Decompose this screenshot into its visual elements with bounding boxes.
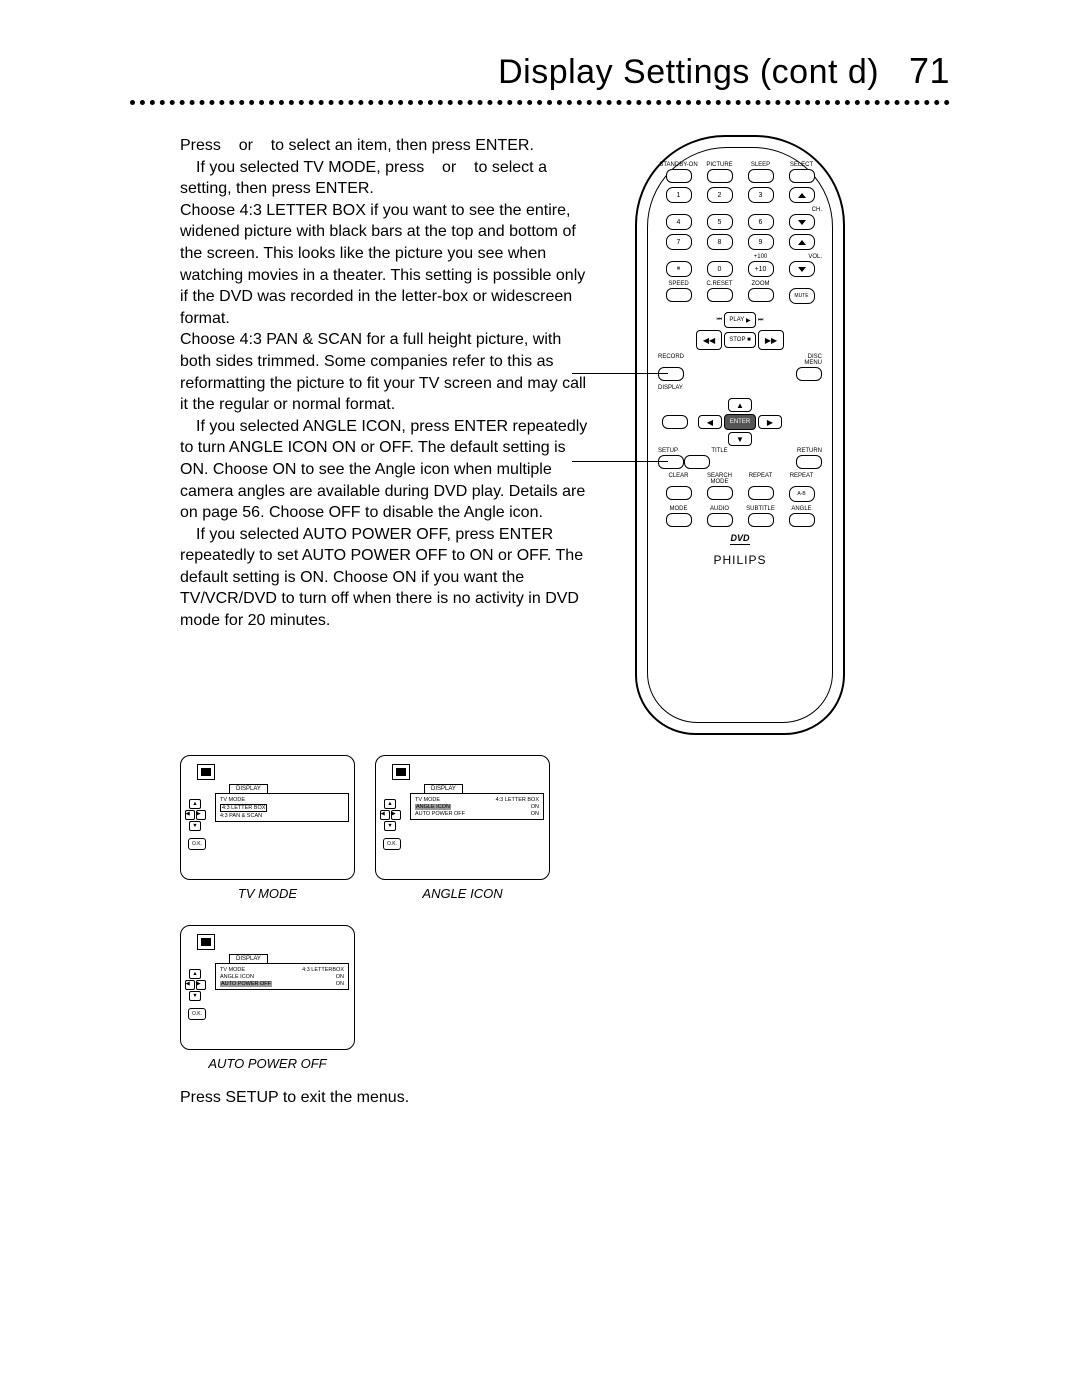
num-2: 2 <box>707 187 733 203</box>
ch-down-button <box>789 214 815 230</box>
tv-icon <box>197 934 215 950</box>
plus-10-button: +10 <box>748 261 774 277</box>
nav-right-icon: ▶ <box>758 415 782 429</box>
screen-auto-power-off: ▲ ◀▶ ▼ O.K. DISPLAY TV MODE4:3 LETTERBOX… <box>180 925 355 1050</box>
disc-menu-button <box>796 367 822 381</box>
standby-button <box>666 169 692 183</box>
play-button: PLAY ▶ <box>724 312 756 328</box>
caption-tv-mode: TV MODE <box>180 886 355 901</box>
picture-button <box>707 169 733 183</box>
speed-button <box>666 288 692 302</box>
dvd-logo: DVD <box>730 533 749 545</box>
record-button <box>658 367 684 381</box>
screen-angle-icon: ▲ ◀▶ ▼ O.K. DISPLAY TV MODE4:3 LETTER BO… <box>375 755 550 880</box>
ok-icon: O.K. <box>188 1008 206 1020</box>
subtitle-button <box>748 513 774 527</box>
display-tab: DISPLAY <box>229 954 268 963</box>
vol-down-button <box>789 261 815 277</box>
audio-button <box>707 513 733 527</box>
remote-row1-labels: STANDBY-ON PICTURE SLEEP SELECT <box>658 162 822 168</box>
header-title: Display Settings (cont d) <box>498 53 879 91</box>
return-button <box>796 455 822 469</box>
stop-button: STOP ■ <box>724 332 756 348</box>
ok-icon: O.K. <box>383 838 401 850</box>
caption-auto-power-off: AUTO POWER OFF <box>180 1056 355 1071</box>
repeat-ab-button: A-B <box>789 486 815 502</box>
num-5: 5 <box>707 214 733 230</box>
angle-button <box>789 513 815 527</box>
num-3: 3 <box>748 187 774 203</box>
num-7: 7 <box>666 234 692 250</box>
display-tab: DISPLAY <box>424 784 463 793</box>
creset-button <box>707 288 733 302</box>
select-button <box>789 169 815 183</box>
search-mode-button <box>707 486 733 500</box>
remote-control-illustration: STANDBY-ON PICTURE SLEEP SELECT 1 <box>635 135 845 735</box>
mode-button <box>666 513 692 527</box>
num-6: 6 <box>748 214 774 230</box>
zoom-button <box>748 288 774 302</box>
tv-icon <box>197 764 215 780</box>
repeat-button <box>748 486 774 500</box>
tv-icon <box>392 764 410 780</box>
playback-cluster: ⏮ PLAY ▶ ⏭ ◀◀ STOP ■ ▶▶ <box>696 312 784 350</box>
nav-cluster: ▲ ◀ ENTER ▶ ▼ <box>658 398 822 446</box>
num-8: 8 <box>707 234 733 250</box>
display-tab: DISPLAY <box>229 784 268 793</box>
vol-up-button <box>789 234 815 250</box>
num-9: 9 <box>748 234 774 250</box>
num-0: 0 <box>707 261 733 277</box>
fast-forward-button: ▶▶ <box>758 330 784 350</box>
ch-up-button <box>789 187 815 203</box>
ok-icon: O.K. <box>188 838 206 850</box>
pause-icon: ⏸ <box>666 261 692 277</box>
page-number: 71 <box>909 50 950 91</box>
enter-button: ENTER <box>724 414 756 430</box>
nav-down-icon: ▼ <box>728 432 752 446</box>
instruction-text: Press or to select an item, then press E… <box>130 135 590 632</box>
brand-label: PHILIPS <box>713 553 766 567</box>
title-button <box>684 455 710 469</box>
mute-button: MUTE <box>789 288 815 304</box>
num-4: 4 <box>666 214 692 230</box>
nav-pad-icon: ▲ ◀▶ ▼ <box>184 798 206 832</box>
clear-button <box>666 486 692 500</box>
header-divider <box>130 100 950 105</box>
num-1: 1 <box>666 187 692 203</box>
rewind-button: ◀◀ <box>696 330 722 350</box>
nav-pad-icon: ▲ ◀▶ ▼ <box>184 968 206 1002</box>
exit-instruction: Press SETUP to exit the menus. <box>130 1089 950 1107</box>
nav-left-icon: ◀ <box>698 415 722 429</box>
setup-button <box>658 455 684 469</box>
sleep-button <box>748 169 774 183</box>
page-header: Display Settings (cont d) 71 <box>130 50 950 100</box>
screen-tv-mode: ▲ ◀▶ ▼ O.K. DISPLAY TV MODE 4:3 LETTER B… <box>180 755 355 880</box>
display-button <box>662 415 688 429</box>
caption-angle-icon: ANGLE ICON <box>375 886 550 901</box>
nav-up-icon: ▲ <box>728 398 752 412</box>
nav-pad-icon: ▲ ◀▶ ▼ <box>379 798 401 832</box>
